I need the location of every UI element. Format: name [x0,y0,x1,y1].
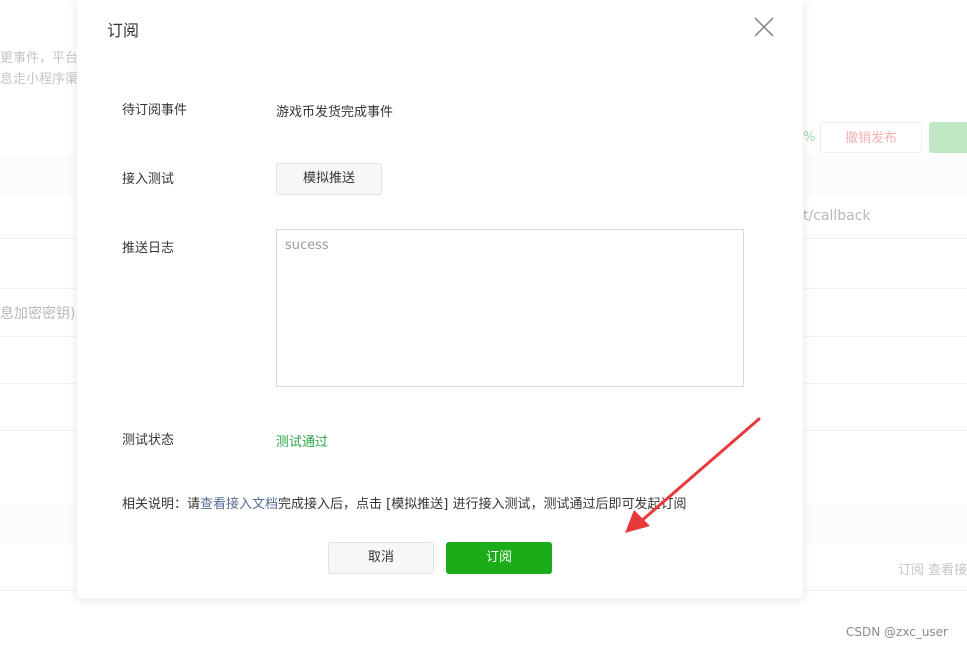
secret-hint: 息加密密钥) [0,306,76,322]
cancel-button[interactable]: 取消 [328,542,434,574]
row-actions[interactable]: 订阅 查看接 [898,559,967,578]
publish-button[interactable] [929,122,967,153]
close-icon[interactable] [753,16,775,38]
background-text: 更事件，平台 [0,51,79,66]
simulate-push-button[interactable]: 模拟推送 [276,163,382,195]
watermark: CSDN @zxc_user [846,625,948,639]
subscribe-button[interactable]: 订阅 [446,542,552,574]
test-status-value: 测试通过 [276,435,329,450]
dialog-title: 订阅 [107,21,140,40]
background-percent: % [803,130,816,145]
subscribe-dialog: 订阅 待订阅事件 游戏币发货完成事件 接入测试 模拟推送 推送日志 sucess… [77,0,803,598]
instruction-note: 相关说明：请查看接入文档完成接入后，点击 [模拟推送] 进行接入测试，测试通过后… [122,493,686,512]
event-value: 游戏币发货完成事件 [276,105,394,120]
push-log-textarea[interactable]: sucess [276,229,744,387]
event-label: 待订阅事件 [122,103,188,118]
log-label: 推送日志 [122,241,175,256]
background-text: 息走小程序渠 [0,72,79,87]
callback-url: t/callback [803,208,871,224]
test-label: 接入测试 [122,172,175,187]
annotation-arrow-icon [625,417,761,533]
docs-link[interactable]: 查看接入文档 [200,497,278,512]
cancel-publish-button[interactable]: 撤销发布 [820,122,922,153]
note-prefix: 相关说明：请 [122,497,201,512]
status-label: 测试状态 [122,433,175,448]
